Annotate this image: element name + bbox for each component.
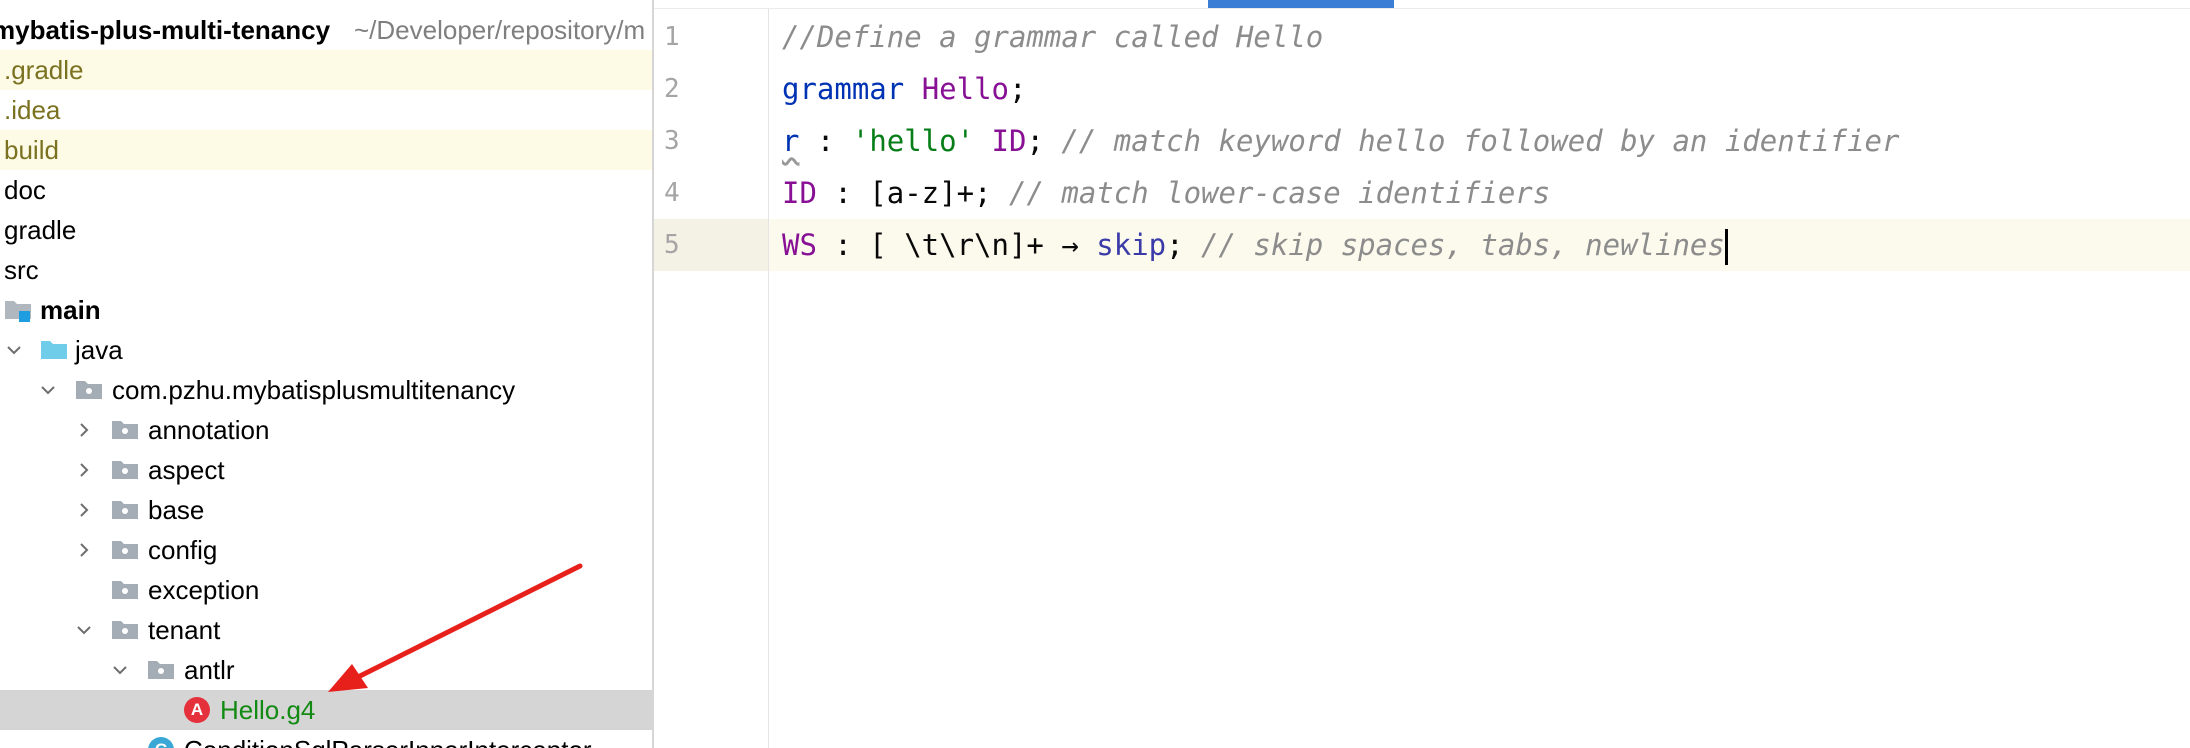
tree-item-label: src <box>4 255 39 285</box>
package-folder-icon <box>112 461 138 479</box>
tree-item-label: aspect <box>148 455 225 485</box>
code-editor[interactable]: 1 2 3 4 5 //Define a grammar called Hell… <box>654 0 2190 748</box>
tree-item-aspect[interactable]: aspect <box>0 450 652 490</box>
package-folder-icon <box>112 621 138 639</box>
code-skip-command: skip <box>1096 228 1167 262</box>
code-keyword: grammar <box>782 72 905 106</box>
chevron-down-icon[interactable] <box>40 382 56 398</box>
text-caret <box>1724 229 1728 265</box>
tree-item-java[interactable]: java <box>0 330 652 370</box>
tree-item-hello-g4[interactable]: A Hello.g4 <box>0 690 652 730</box>
chevron-down-icon[interactable] <box>76 622 92 638</box>
tree-item-main[interactable]: main <box>0 290 652 330</box>
tree-item-label: main <box>40 295 101 325</box>
package-folder-icon <box>112 581 138 599</box>
chevron-right-icon[interactable] <box>76 502 92 518</box>
package-folder-icon <box>76 381 102 399</box>
package-folder-icon <box>148 661 174 679</box>
tree-item-label: .gradle <box>4 55 84 85</box>
tree-item-exception[interactable]: exception <box>0 570 652 610</box>
tree-item-gradle-dir[interactable]: .gradle <box>0 50 652 90</box>
code-punct: ; <box>1166 228 1202 262</box>
tree-item-condition-interceptor[interactable]: C ConditionSqlParserInnerInterceptor <box>0 730 652 748</box>
code-comment: // match lower-case identifiers <box>1008 176 1551 210</box>
code-line-2: grammar Hello; <box>782 63 1026 115</box>
code-comment: // match keyword hello followed by an id… <box>1061 124 1900 158</box>
code-line-3: r : 'hello' ID; // match keyword hello f… <box>782 115 1899 167</box>
active-tab-indicator <box>1208 0 1394 8</box>
code-token-name: WS <box>782 228 817 262</box>
tree-item-label: ConditionSqlParserInnerInterceptor <box>184 730 592 748</box>
chevron-down-icon[interactable] <box>6 342 22 358</box>
project-tree: mybatis-plus-multi-tenancy ~/Developer/r… <box>0 0 652 748</box>
package-folder-icon <box>112 501 138 519</box>
code-line-1: //Define a grammar called Hello <box>782 11 1323 63</box>
code-rule-name: r <box>782 124 800 158</box>
tree-item-label: config <box>148 535 218 565</box>
tree-item-label: tenant <box>148 615 221 645</box>
antlr-file-icon: A <box>184 697 210 723</box>
code-token-name: ID <box>782 176 817 210</box>
chevron-right-icon[interactable] <box>76 422 92 438</box>
tree-item-label: exception <box>148 575 260 605</box>
tree-root-row[interactable]: mybatis-plus-multi-tenancy ~/Developer/r… <box>0 10 652 50</box>
line-number: 1 <box>664 22 680 52</box>
tree-item-annotation[interactable]: annotation <box>0 410 652 450</box>
code-line-4: ID : [a-z]+; // match lower-case identif… <box>782 167 1550 219</box>
source-root-folder-icon <box>5 301 31 322</box>
tree-item-idea[interactable]: .idea <box>0 90 652 130</box>
tree-item-tenant[interactable]: tenant <box>0 610 652 650</box>
code-comment: //Define a grammar called Hello <box>782 20 1324 54</box>
code-punct: ; <box>1026 124 1062 158</box>
tree-item-label: annotation <box>148 415 270 445</box>
code-punct: ; <box>1009 72 1027 106</box>
tab-bar-border <box>654 8 2190 9</box>
tree-item-antlr[interactable]: antlr <box>0 650 652 690</box>
tree-item-label: doc <box>4 175 46 205</box>
code-body: : [ \t\r\n]+ → <box>816 228 1097 262</box>
tree-item-label: java <box>75 335 123 365</box>
tree-item-label: Hello.g4 <box>220 695 316 725</box>
package-folder-icon <box>112 541 138 559</box>
tree-item-label: base <box>148 495 205 525</box>
tree-item-label: build <box>4 135 59 165</box>
tree-item-label: .idea <box>4 95 61 125</box>
chevron-right-icon[interactable] <box>76 462 92 478</box>
code-grammar-name: Hello <box>921 72 1009 106</box>
package-folder-icon <box>112 421 138 439</box>
code-line-5: WS : [ \t\r\n]+ → skip; // skip spaces, … <box>782 219 1728 271</box>
tree-item-label: gradle <box>4 215 77 245</box>
code-body: : [a-z]+; <box>816 176 1009 210</box>
code-token-ref: ID <box>991 124 1027 158</box>
code-comment: // skip spaces, tabs, newlines <box>1201 228 1725 262</box>
tree-item-src[interactable]: src <box>0 250 652 290</box>
project-path: ~/Developer/repository/m <box>354 15 646 45</box>
code-string: 'hello' <box>851 124 975 158</box>
line-number: 3 <box>664 126 680 156</box>
class-file-icon: C <box>148 737 174 748</box>
code-punct: : <box>799 124 852 158</box>
tree-item-doc[interactable]: doc <box>0 170 652 210</box>
project-name: mybatis-plus-multi-tenancy <box>0 15 331 45</box>
tree-item-build[interactable]: build <box>0 130 652 170</box>
chevron-down-icon[interactable] <box>112 662 128 678</box>
tree-item-base[interactable]: base <box>0 490 652 530</box>
tree-item-label: antlr <box>184 655 235 685</box>
chevron-right-icon[interactable] <box>76 542 92 558</box>
tree-item-gradle[interactable]: gradle <box>0 210 652 250</box>
source-folder-icon <box>41 341 67 359</box>
line-number: 2 <box>664 74 680 104</box>
tree-item-config[interactable]: config <box>0 530 652 570</box>
line-number: 4 <box>664 178 680 208</box>
tree-item-package-root[interactable]: com.pzhu.mybatisplusmultitenancy <box>0 370 652 410</box>
line-number: 5 <box>664 230 680 260</box>
tree-item-label: com.pzhu.mybatisplusmultitenancy <box>112 375 516 405</box>
